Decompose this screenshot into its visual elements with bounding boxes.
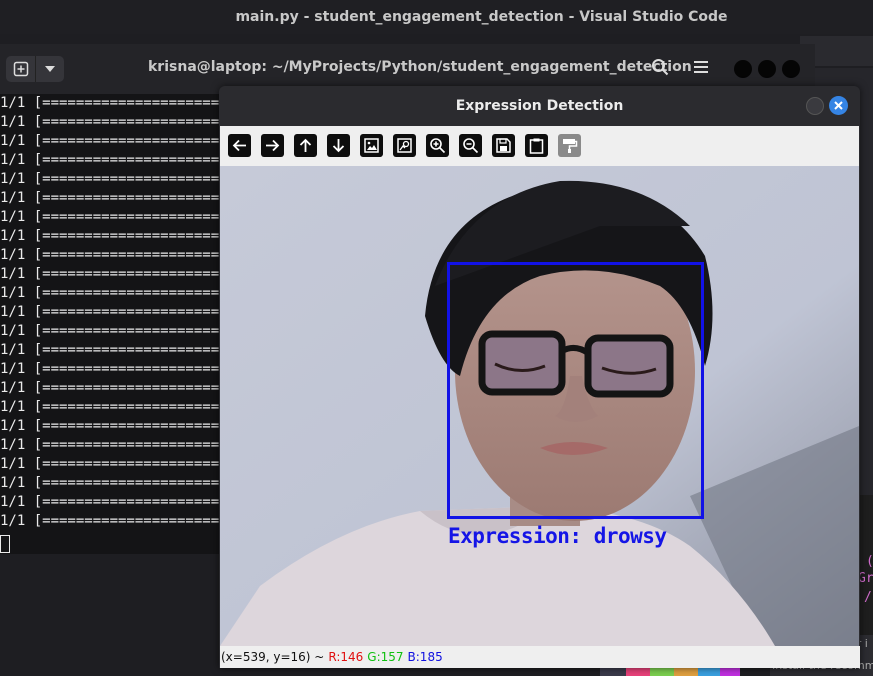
new-tab-button[interactable]: [6, 56, 64, 82]
blue-value: B:185: [407, 650, 443, 664]
arrow-up-icon: [299, 138, 312, 152]
zoom-image-button[interactable]: [360, 134, 383, 157]
face-bounding-box: [447, 262, 704, 519]
save-button[interactable]: [492, 134, 515, 157]
pixel-status-bar: (x=539, y=16) ~ R:146 G:157 B:185: [220, 646, 860, 668]
clipboard-icon: [529, 138, 544, 154]
minimize-button[interactable]: [806, 97, 824, 115]
pan-left-button[interactable]: [228, 134, 251, 157]
pan-down-button[interactable]: [327, 134, 350, 157]
cursor-coordinates: (x=539, y=16) ~: [221, 650, 325, 664]
code-fragment: Gr: [858, 571, 873, 586]
window-titlebar[interactable]: Expression Detection: [219, 86, 860, 126]
window-title: Expression Detection: [455, 98, 624, 114]
image-icon: [364, 138, 379, 153]
vscode-title: main.py - student_engagement_detection -…: [235, 9, 728, 25]
pan-up-button[interactable]: [294, 134, 317, 157]
search-icon[interactable]: [651, 58, 669, 81]
zoom-out-button[interactable]: [459, 134, 482, 157]
close-icon: [834, 101, 843, 110]
arrow-down-icon: [332, 139, 345, 153]
code-fragment: (: [866, 554, 873, 569]
image-zoom-icon: [397, 138, 412, 153]
copy-button[interactable]: [525, 134, 548, 157]
properties-button[interactable]: [558, 134, 581, 157]
pan-right-button[interactable]: [261, 134, 284, 157]
terminal-title: krisna@laptop: ~/MyProjects/Python/stude…: [148, 59, 692, 75]
zoom-in-button[interactable]: [426, 134, 449, 157]
vscode-titlebar: main.py - student_engagement_detection -…: [0, 0, 873, 34]
maximize-button[interactable]: [758, 60, 776, 78]
hamburger-menu-icon[interactable]: [692, 58, 710, 81]
minimize-button[interactable]: [734, 60, 752, 78]
image-toolbar: [220, 126, 859, 166]
camera-frame[interactable]: Expression: drowsy: [220, 166, 859, 646]
arrow-right-icon: [266, 139, 280, 152]
expression-label: Expression: drowsy: [448, 524, 667, 548]
green-value: G:157: [367, 650, 404, 664]
terminal-cursor: [0, 535, 10, 553]
close-button[interactable]: [782, 60, 800, 78]
red-value: R:146: [328, 650, 364, 664]
plus-icon[interactable]: [6, 56, 35, 82]
expression-detection-window: Expression Detection Expression: drowsy …: [219, 86, 860, 668]
code-fragment: /: [864, 590, 872, 605]
arrow-left-icon: [232, 139, 246, 152]
zoom-in-icon: [430, 138, 446, 154]
chevron-down-icon[interactable]: [35, 56, 64, 82]
zoom-fit-button[interactable]: [393, 134, 416, 157]
zoom-out-icon: [463, 138, 479, 154]
paint-roller-icon: [563, 139, 578, 153]
close-button[interactable]: [829, 96, 848, 115]
save-icon: [496, 138, 511, 153]
